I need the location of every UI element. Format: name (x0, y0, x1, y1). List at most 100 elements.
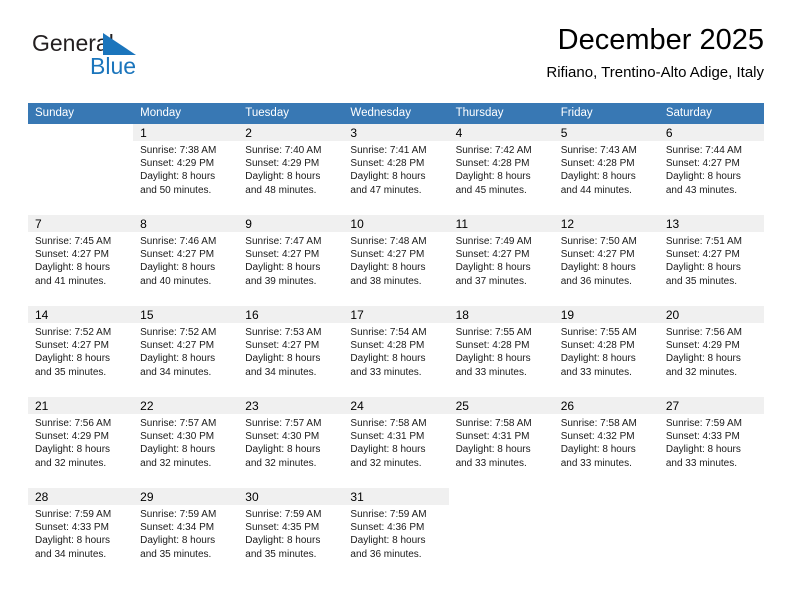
day-number-band: 26 (553, 397, 659, 414)
daylight-text-line2: and 35 minutes. (140, 548, 212, 560)
calendar-day-cell[interactable]: 25 Sunrise: 7:58 AM Sunset: 4:31 PM Dayligh… (448, 397, 554, 488)
sunset-text: Sunset: 4:27 PM (560, 249, 635, 261)
sunset-text: Sunset: 4:33 PM (665, 431, 740, 443)
daylight-text-line2: and 39 minutes. (245, 275, 317, 287)
calendar-day-cell[interactable]: 20 Sunrise: 7:56 AM Sunset: 4:29 PM Dayligh… (658, 306, 764, 397)
day-details: Sunrise: 7:56 AM Sunset: 4:29 PM Daylight:… (659, 323, 764, 379)
day-details: Sunrise: 7:59 AM Sunset: 4:33 PM Daylight:… (659, 414, 764, 470)
sunset-text: Sunset: 4:31 PM (350, 431, 425, 443)
day-number: 10 (350, 217, 364, 231)
sunset-text: Sunset: 4:36 PM (350, 522, 425, 534)
day-number-band (28, 124, 133, 141)
daylight-text-line1: Daylight: 8 hours (560, 353, 636, 365)
day-number-band: 3 (343, 124, 449, 141)
day-details: Sunrise: 7:58 AM Sunset: 4:32 PM Daylight:… (554, 414, 659, 470)
sunrise-text: Sunrise: 7:59 AM (350, 509, 427, 520)
calendar-day-cell[interactable]: 22 Sunrise: 7:57 AM Sunset: 4:30 PM Dayligh… (133, 397, 239, 488)
daylight-text-line2: and 32 minutes. (350, 457, 422, 469)
daylight-text-line1: Daylight: 8 hours (455, 171, 531, 183)
calendar-week-row: 7 Sunrise: 7:45 AM Sunset: 4:27 PM Daylight… (28, 215, 764, 306)
calendar-page: General Blue December 2025 Rifiano, Tren… (0, 0, 792, 612)
calendar-day-cell[interactable]: 26 Sunrise: 7:58 AM Sunset: 4:32 PM Dayligh… (553, 397, 659, 488)
daylight-text-line2: and 47 minutes. (350, 184, 422, 196)
sunset-text: Sunset: 4:27 PM (350, 249, 425, 261)
sunrise-text: Sunrise: 7:51 AM (665, 236, 742, 247)
calendar-week-row: 28 Sunrise: 7:59 AM Sunset: 4:33 PM Dayligh… (28, 488, 764, 579)
title-block: December 2025 Rifiano, Trentino-Alto Adi… (546, 22, 764, 84)
daylight-text-line1: Daylight: 8 hours (665, 444, 741, 456)
daylight-text-line2: and 40 minutes. (140, 275, 212, 287)
calendar-day-cell-empty (28, 124, 134, 215)
calendar-day-cell[interactable]: 30 Sunrise: 7:59 AM Sunset: 4:35 PM Dayligh… (238, 488, 344, 579)
sunrise-text: Sunrise: 7:43 AM (560, 145, 637, 156)
calendar-day-cell[interactable]: 7 Sunrise: 7:45 AM Sunset: 4:27 PM Daylight… (28, 215, 134, 306)
calendar-day-cell[interactable]: 11 Sunrise: 7:49 AM Sunset: 4:27 PM Dayligh… (448, 215, 554, 306)
sunset-text: Sunset: 4:27 PM (35, 340, 109, 352)
calendar-day-cell[interactable]: 5 Sunrise: 7:43 AM Sunset: 4:28 PM Daylight… (553, 124, 659, 215)
calendar-day-cell[interactable]: 23 Sunrise: 7:57 AM Sunset: 4:30 PM Dayligh… (238, 397, 344, 488)
calendar-day-cell[interactable]: 17 Sunrise: 7:54 AM Sunset: 4:28 PM Dayligh… (343, 306, 449, 397)
sunrise-text: Sunrise: 7:59 AM (245, 509, 322, 520)
day-details: Sunrise: 7:52 AM Sunset: 4:27 PM Daylight:… (133, 323, 238, 379)
calendar-day-cell[interactable]: 29 Sunrise: 7:59 AM Sunset: 4:34 PM Dayligh… (133, 488, 239, 579)
day-number-band: 9 (238, 215, 344, 232)
calendar-day-cell[interactable]: 16 Sunrise: 7:53 AM Sunset: 4:27 PM Dayligh… (238, 306, 344, 397)
calendar-day-cell[interactable]: 15 Sunrise: 7:52 AM Sunset: 4:27 PM Dayligh… (133, 306, 239, 397)
sunrise-text: Sunrise: 7:52 AM (140, 327, 217, 338)
day-number-band: 6 (658, 124, 764, 141)
day-number-band: 30 (238, 488, 344, 505)
day-number-band: 14 (28, 306, 134, 323)
day-number-band: 25 (448, 397, 554, 414)
sunset-text: Sunset: 4:28 PM (350, 340, 425, 352)
day-details: Sunrise: 7:54 AM Sunset: 4:28 PM Daylight:… (343, 323, 448, 379)
day-details: Sunrise: 7:45 AM Sunset: 4:27 PM Daylight:… (28, 232, 133, 288)
calendar-day-cell[interactable]: 31 Sunrise: 7:59 AM Sunset: 4:36 PM Dayligh… (343, 488, 449, 579)
daylight-text-line1: Daylight: 8 hours (245, 535, 321, 547)
calendar-day-cell[interactable]: 10 Sunrise: 7:48 AM Sunset: 4:27 PM Dayligh… (343, 215, 449, 306)
calendar-day-cell[interactable]: 8 Sunrise: 7:46 AM Sunset: 4:27 PM Daylight… (133, 215, 239, 306)
day-number: 18 (455, 308, 469, 322)
day-details: Sunrise: 7:38 AM Sunset: 4:29 PM Daylight:… (133, 141, 238, 197)
daylight-text-line2: and 33 minutes. (455, 366, 527, 378)
daylight-text-line1: Daylight: 8 hours (560, 171, 636, 183)
calendar-day-cell[interactable]: 18 Sunrise: 7:55 AM Sunset: 4:28 PM Dayligh… (448, 306, 554, 397)
calendar-day-cell[interactable]: 14 Sunrise: 7:52 AM Sunset: 4:27 PM Dayligh… (28, 306, 134, 397)
calendar-day-cell[interactable]: 19 Sunrise: 7:55 AM Sunset: 4:28 PM Dayligh… (553, 306, 659, 397)
daylight-text-line1: Daylight: 8 hours (140, 353, 216, 365)
calendar-day-cell[interactable]: 1 Sunrise: 7:38 AM Sunset: 4:29 PM Daylight… (133, 124, 239, 215)
calendar-week-row: 21 Sunrise: 7:56 AM Sunset: 4:29 PM Dayligh… (28, 397, 764, 488)
day-number: 19 (560, 308, 575, 322)
day-details: Sunrise: 7:55 AM Sunset: 4:28 PM Daylight:… (554, 323, 659, 379)
daylight-text-line2: and 38 minutes. (350, 275, 422, 287)
calendar-day-cell[interactable]: 3 Sunrise: 7:41 AM Sunset: 4:28 PM Daylight… (343, 124, 449, 215)
calendar-day-cell[interactable]: 28 Sunrise: 7:59 AM Sunset: 4:33 PM Dayligh… (28, 488, 134, 579)
sunset-text: Sunset: 4:29 PM (245, 158, 320, 170)
sunrise-text: Sunrise: 7:58 AM (560, 418, 637, 429)
sunrise-text: Sunrise: 7:58 AM (455, 418, 532, 429)
sunset-text: Sunset: 4:34 PM (140, 522, 215, 534)
daylight-text-line1: Daylight: 8 hours (665, 262, 741, 274)
calendar-day-cell[interactable]: 13 Sunrise: 7:51 AM Sunset: 4:27 PM Dayligh… (658, 215, 764, 306)
day-details: Sunrise: 7:53 AM Sunset: 4:27 PM Daylight:… (238, 323, 343, 379)
sunset-text: Sunset: 4:27 PM (455, 249, 530, 261)
calendar-day-cell[interactable]: 12 Sunrise: 7:50 AM Sunset: 4:27 PM Dayligh… (553, 215, 659, 306)
calendar-day-cell[interactable]: 4 Sunrise: 7:42 AM Sunset: 4:28 PM Daylight… (448, 124, 554, 215)
day-number: 28 (35, 490, 49, 504)
calendar-day-cell[interactable]: 24 Sunrise: 7:58 AM Sunset: 4:31 PM Dayligh… (343, 397, 449, 488)
day-details: Sunrise: 7:59 AM Sunset: 4:35 PM Daylight:… (238, 505, 343, 561)
day-number-band: 31 (343, 488, 449, 505)
calendar-day-cell[interactable]: 9 Sunrise: 7:47 AM Sunset: 4:27 PM Daylight… (238, 215, 344, 306)
daylight-text-line1: Daylight: 8 hours (665, 353, 741, 365)
daylight-text-line1: Daylight: 8 hours (350, 262, 426, 274)
sunset-text: Sunset: 4:28 PM (560, 340, 635, 352)
calendar-day-cell[interactable]: 27 Sunrise: 7:59 AM Sunset: 4:33 PM Dayligh… (658, 397, 764, 488)
calendar-day-cell[interactable]: 21 Sunrise: 7:56 AM Sunset: 4:29 PM Dayligh… (28, 397, 134, 488)
day-details: Sunrise: 7:59 AM Sunset: 4:36 PM Daylight:… (343, 505, 448, 561)
day-number: 25 (455, 399, 469, 413)
day-number: 12 (560, 217, 575, 231)
brand-logo[interactable]: General Blue (28, 26, 268, 88)
triangle-logo-icon (103, 33, 136, 55)
calendar-day-cell[interactable]: 6 Sunrise: 7:44 AM Sunset: 4:27 PM Daylight… (658, 124, 764, 215)
day-number: 21 (35, 399, 49, 413)
calendar-day-cell[interactable]: 2 Sunrise: 7:40 AM Sunset: 4:29 PM Daylight… (238, 124, 344, 215)
